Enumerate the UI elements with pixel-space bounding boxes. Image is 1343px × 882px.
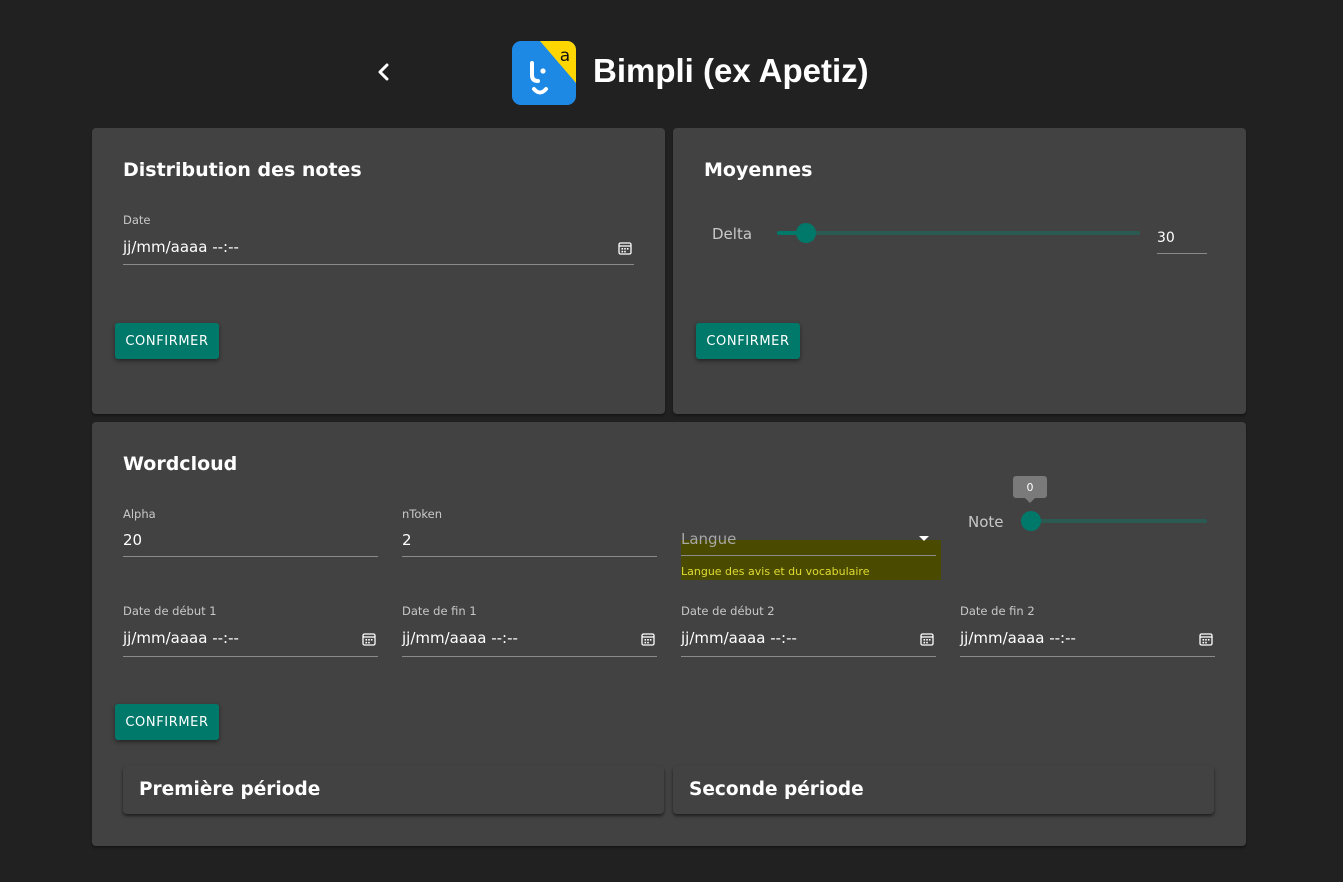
ntoken-underline xyxy=(402,556,657,557)
app-logo: a xyxy=(512,41,576,105)
langue-hint: Langue des avis et du vocabulaire xyxy=(681,565,870,578)
langue-underline xyxy=(681,555,936,556)
second-period-panel: Seconde période xyxy=(673,766,1214,814)
ntoken-input[interactable]: 2 xyxy=(402,527,657,557)
calendar-icon[interactable] xyxy=(1199,632,1213,646)
note-slider-track xyxy=(1021,519,1207,523)
distribution-title: Distribution des notes xyxy=(123,159,362,181)
delta-value: 30 xyxy=(1157,230,1175,246)
delta-label: Delta xyxy=(712,225,753,243)
date-value: jj/mm/aaaa --:-- xyxy=(123,238,239,256)
wordcloud-confirm-button[interactable]: CONFIRMER xyxy=(115,704,219,740)
date-fin-1-field[interactable]: jj/mm/aaaa --:-- xyxy=(402,624,657,657)
date-debut-2-value: jj/mm/aaaa --:-- xyxy=(681,629,797,647)
chevron-left-icon xyxy=(378,63,389,81)
note-slider[interactable] xyxy=(1021,509,1207,533)
back-button[interactable] xyxy=(370,58,396,86)
chevron-down-icon xyxy=(919,536,929,541)
first-period-panel: Première période xyxy=(123,766,664,814)
delta-slider-track xyxy=(777,231,1140,235)
date-fin-1-underline xyxy=(402,656,657,657)
note-value-tooltip: 0 xyxy=(1013,476,1047,503)
delta-input[interactable]: 30 xyxy=(1157,225,1207,254)
wordcloud-card: Wordcloud Alpha 20 nToken 2 Langue Langu… xyxy=(92,422,1246,846)
date-fin-1-value: jj/mm/aaaa --:-- xyxy=(402,629,518,647)
date-debut-1-value: jj/mm/aaaa --:-- xyxy=(123,629,239,647)
delta-slider[interactable] xyxy=(777,221,1140,245)
calendar-icon[interactable] xyxy=(618,241,632,255)
note-label: Note xyxy=(968,513,1004,531)
langue-select[interactable]: Langue xyxy=(681,526,936,556)
date-fin-2-value: jj/mm/aaaa --:-- xyxy=(960,629,1076,647)
date-debut-2-underline xyxy=(681,656,936,657)
first-period-title: Première période xyxy=(139,779,321,800)
alpha-value: 20 xyxy=(123,531,143,549)
distribution-card: Distribution des notes Date jj/mm/aaaa -… xyxy=(92,128,665,414)
wordcloud-title: Wordcloud xyxy=(123,453,238,475)
langue-placeholder: Langue xyxy=(681,530,737,548)
moyennes-title: Moyennes xyxy=(704,159,813,181)
ntoken-label: nToken xyxy=(402,507,443,521)
date-debut-1-underline xyxy=(123,656,378,657)
alpha-input[interactable]: 20 xyxy=(123,527,378,557)
date-fin-2-label: Date de fin 2 xyxy=(960,604,1035,618)
page-title: Bimpli (ex Apetiz) xyxy=(593,52,869,89)
date-field[interactable]: jj/mm/aaaa --:-- xyxy=(123,233,634,265)
alpha-underline xyxy=(123,556,378,557)
logo-letter: a xyxy=(560,46,570,66)
date-underline xyxy=(123,264,634,265)
distribution-confirm-button[interactable]: CONFIRMER xyxy=(115,323,219,359)
alpha-label: Alpha xyxy=(123,507,156,521)
second-period-title: Seconde période xyxy=(689,779,864,800)
calendar-icon[interactable] xyxy=(362,632,376,646)
date-debut-2-field[interactable]: jj/mm/aaaa --:-- xyxy=(681,624,936,657)
date-fin-2-field[interactable]: jj/mm/aaaa --:-- xyxy=(960,624,1215,657)
date-fin-2-underline xyxy=(960,656,1215,657)
date-fin-1-label: Date de fin 1 xyxy=(402,604,477,618)
date-debut-1-field[interactable]: jj/mm/aaaa --:-- xyxy=(123,624,378,657)
note-slider-thumb[interactable] xyxy=(1021,511,1041,531)
date-debut-2-label: Date de début 2 xyxy=(681,604,775,618)
calendar-icon[interactable] xyxy=(641,632,655,646)
delta-slider-thumb[interactable] xyxy=(796,223,817,243)
note-value: 0 xyxy=(1013,476,1047,498)
ntoken-value: 2 xyxy=(402,531,412,549)
moyennes-card: Moyennes Delta 30 CONFIRMER xyxy=(673,128,1246,414)
tooltip-arrow xyxy=(1025,498,1035,503)
delta-underline xyxy=(1157,253,1207,254)
date-debut-1-label: Date de début 1 xyxy=(123,604,217,618)
date-label: Date xyxy=(123,213,151,227)
moyennes-confirm-button[interactable]: CONFIRMER xyxy=(696,323,800,359)
calendar-icon[interactable] xyxy=(920,632,934,646)
